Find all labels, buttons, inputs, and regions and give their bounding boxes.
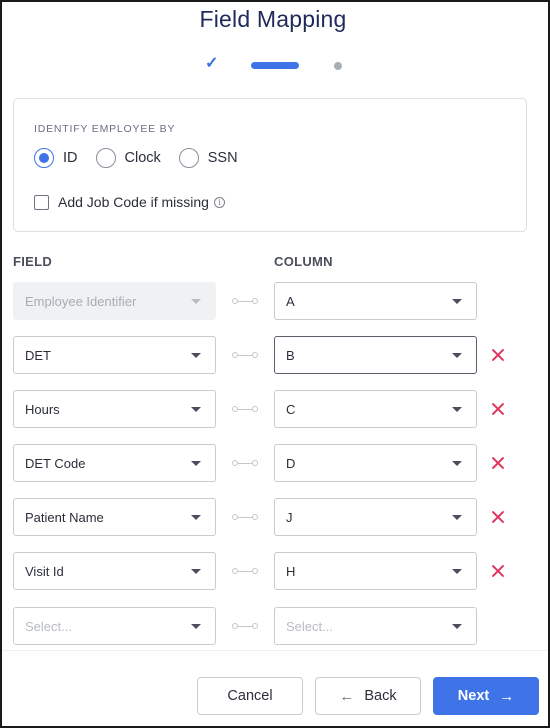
identify-radio-group: ID Clock SSN xyxy=(34,147,256,169)
field-select[interactable]: DET Code xyxy=(13,444,216,482)
link-icon xyxy=(232,623,258,629)
current-step-indicator xyxy=(251,62,299,69)
link-icon xyxy=(232,406,258,412)
column-select-value: D xyxy=(286,455,296,471)
chevron-down-icon xyxy=(191,461,201,466)
chevron-down-icon xyxy=(452,299,462,304)
back-button[interactable]: ← Back xyxy=(315,677,421,715)
column-select-value: A xyxy=(286,293,295,309)
column-select[interactable]: Select... xyxy=(274,607,477,645)
cancel-label: Cancel xyxy=(227,688,273,704)
column-select[interactable]: A xyxy=(274,282,477,320)
field-select-value: DET xyxy=(25,347,51,363)
chevron-down-icon xyxy=(452,407,462,412)
identify-employee-label: IDENTIFY EMPLOYEE BY xyxy=(34,123,176,135)
next-button[interactable]: Next → xyxy=(433,677,539,715)
radio-id[interactable]: ID xyxy=(34,148,78,168)
next-label: Next xyxy=(457,688,490,704)
link-icon xyxy=(232,514,258,520)
column-select-value: C xyxy=(286,401,296,417)
column-select[interactable]: H xyxy=(274,552,477,590)
column-select[interactable]: C xyxy=(274,390,477,428)
column-column-header: COLUMN xyxy=(274,254,333,269)
chevron-down-icon xyxy=(452,624,462,629)
identify-employee-card: IDENTIFY EMPLOYEE BY ID Clock SSN Add Jo… xyxy=(13,98,527,232)
field-select[interactable]: DET xyxy=(13,336,216,374)
chevron-down-icon xyxy=(191,569,201,574)
add-job-code-checkbox[interactable] xyxy=(34,194,49,210)
chevron-down-icon xyxy=(191,515,201,520)
page-title: Field Mapping xyxy=(199,6,347,32)
field-select[interactable]: Select... xyxy=(13,607,216,645)
remove-row-icon[interactable] xyxy=(490,347,506,363)
link-icon xyxy=(232,298,258,304)
chevron-down-icon xyxy=(452,461,462,466)
field-select-value: Visit Id xyxy=(25,563,64,579)
link-icon xyxy=(232,460,258,466)
column-select[interactable]: D xyxy=(274,444,477,482)
field-select[interactable]: Visit Id xyxy=(13,552,216,590)
radio-circle[interactable] xyxy=(34,148,54,168)
field-select[interactable]: Patient Name xyxy=(13,498,216,536)
remove-row-icon[interactable] xyxy=(490,401,506,417)
chevron-down-icon xyxy=(191,353,201,358)
chevron-down-icon xyxy=(452,353,462,358)
column-select[interactable]: J xyxy=(274,498,477,536)
info-icon[interactable]: i xyxy=(213,196,225,208)
stepper: ✓ xyxy=(0,55,546,76)
radio-ssn[interactable]: SSN xyxy=(178,148,238,168)
next-step-dot xyxy=(334,62,342,70)
column-select-value: H xyxy=(286,563,296,579)
arrow-left-icon: ← xyxy=(339,687,355,705)
field-column-header: FIELD xyxy=(13,254,53,269)
field-select-value: DET Code xyxy=(25,455,86,471)
radio-circle[interactable] xyxy=(95,148,116,168)
chevron-down-icon xyxy=(452,515,462,520)
chevron-down-icon xyxy=(191,407,201,412)
check-icon: ✓ xyxy=(205,55,219,72)
radio-label: SSN xyxy=(207,150,238,166)
remove-row-icon[interactable] xyxy=(490,509,506,525)
radio-label: Clock xyxy=(124,150,161,166)
arrow-right-icon: → xyxy=(499,687,515,705)
add-job-code-row[interactable]: Add Job Code if missing i xyxy=(34,194,225,210)
remove-row-icon[interactable] xyxy=(490,563,506,579)
column-select-value: B xyxy=(286,347,295,363)
chevron-down-icon xyxy=(452,569,462,574)
remove-row-icon[interactable] xyxy=(490,455,506,471)
cancel-button[interactable]: Cancel xyxy=(197,677,303,715)
column-select-value: J xyxy=(286,509,293,525)
column-select[interactable]: B xyxy=(274,336,477,374)
field-select-placeholder: Select... xyxy=(25,618,72,634)
radio-circle[interactable] xyxy=(178,148,199,168)
back-label: Back xyxy=(364,688,397,704)
add-job-code-label: Add Job Code if missing xyxy=(58,194,209,210)
field-select[interactable]: Hours xyxy=(13,390,216,428)
column-select-placeholder: Select... xyxy=(286,618,333,634)
radio-label: ID xyxy=(63,150,78,166)
field-select-value: Employee Identifier xyxy=(25,293,137,309)
field-select-value: Hours xyxy=(25,401,60,417)
field-select: Employee Identifier xyxy=(13,282,216,320)
field-select-value: Patient Name xyxy=(25,509,104,525)
radio-clock[interactable]: Clock xyxy=(95,148,161,168)
chevron-down-icon xyxy=(191,624,201,629)
link-icon xyxy=(232,568,258,574)
link-icon xyxy=(232,352,258,358)
chevron-down-icon xyxy=(191,299,201,304)
